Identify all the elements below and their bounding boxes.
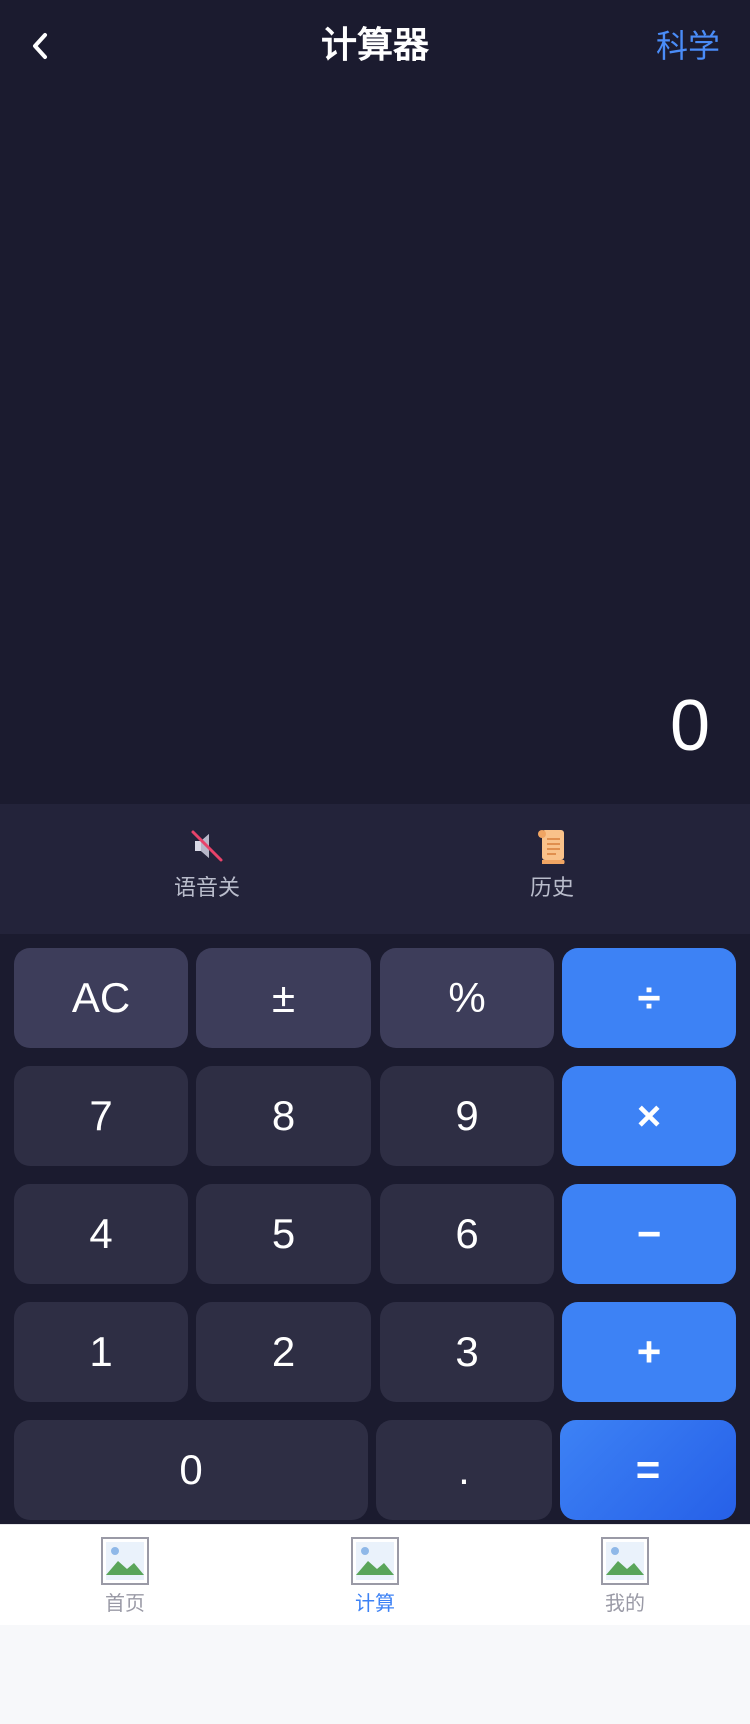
tab-profile[interactable]: 我的 <box>565 1537 685 1617</box>
digit-9-key[interactable]: 9 <box>380 1066 554 1166</box>
tab-bar: 首页 计算 我的 <box>0 1524 750 1625</box>
digit-8-key[interactable]: 8 <box>196 1066 371 1166</box>
digit-5-key[interactable]: 5 <box>196 1184 371 1284</box>
sign-toggle-key[interactable]: ± <box>196 948 371 1048</box>
scientific-mode-button[interactable]: 科学 <box>656 20 720 72</box>
broken-image-icon <box>601 1537 649 1585</box>
clear-key[interactable]: AC <box>14 948 188 1048</box>
digit-0-key[interactable]: 0 <box>14 1420 368 1520</box>
history-label: 历史 <box>529 876 574 901</box>
multiply-key[interactable]: × <box>562 1066 736 1166</box>
voice-toggle-button[interactable]: 语音关 <box>137 826 277 916</box>
equals-key[interactable]: = <box>560 1420 736 1520</box>
digit-2-key[interactable]: 2 <box>196 1302 371 1402</box>
tab-profile-label: 我的 <box>605 1591 645 1615</box>
broken-image-icon <box>101 1537 149 1585</box>
result-display: 0 <box>0 92 750 804</box>
tab-home-label: 首页 <box>105 1591 145 1615</box>
decimal-key[interactable]: . <box>376 1420 552 1520</box>
display-value: 0 <box>669 686 710 766</box>
digit-4-key[interactable]: 4 <box>14 1184 188 1284</box>
header: 计算器 科学 <box>0 0 750 92</box>
voice-label: 语音关 <box>173 876 240 901</box>
digit-1-key[interactable]: 1 <box>14 1302 188 1402</box>
tab-calculate[interactable]: 计算 <box>315 1537 435 1617</box>
tab-calculate-label: 计算 <box>355 1591 395 1615</box>
divide-key[interactable]: ÷ <box>562 948 736 1048</box>
digit-6-key[interactable]: 6 <box>380 1184 554 1284</box>
percent-key[interactable]: % <box>380 948 554 1048</box>
tab-home[interactable]: 首页 <box>65 1537 185 1617</box>
digit-3-key[interactable]: 3 <box>380 1302 554 1402</box>
broken-image-icon <box>351 1537 399 1585</box>
calculator-app: 计算器 科学 0 语音关 历史 AC ± % ÷ 7 8 9 × 4 5 6 −… <box>0 0 750 1625</box>
speaker-muted-icon <box>191 830 223 862</box>
keypad: AC ± % ÷ 7 8 9 × 4 5 6 − 1 2 3 + 0 . = <box>0 934 750 1524</box>
page-title: 计算器 <box>320 25 429 66</box>
history-button[interactable]: 历史 <box>482 826 622 916</box>
add-key[interactable]: + <box>562 1302 736 1402</box>
toolbar: 语音关 历史 <box>0 804 750 934</box>
subtract-key[interactable]: − <box>562 1184 736 1284</box>
digit-7-key[interactable]: 7 <box>14 1066 188 1166</box>
scroll-icon <box>538 830 565 864</box>
